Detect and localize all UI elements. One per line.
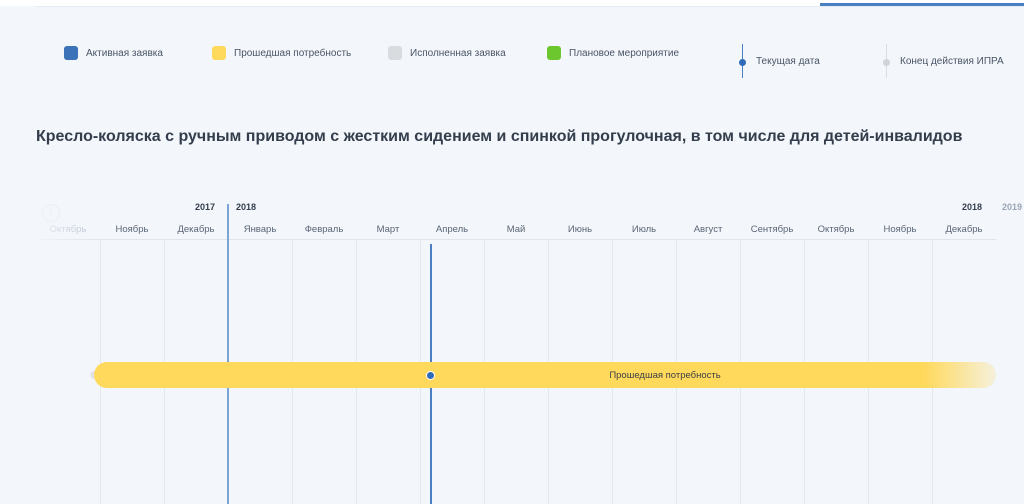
legend-fulfilled-request: Исполненная заявка	[388, 46, 506, 60]
legend-label: Прошедшая потребность	[234, 47, 352, 59]
legend-label: Активная заявка	[86, 47, 163, 59]
year-boundary-line	[227, 204, 229, 504]
month-label: Октябрь	[49, 224, 87, 235]
fulfilled-request-swatch	[388, 46, 402, 60]
legend: Активная заявка Прошедшая потребность Ис…	[0, 44, 1024, 78]
month-label: Декабрь	[177, 224, 215, 235]
month-label: Июль	[631, 224, 657, 235]
month-label: Март	[376, 224, 400, 235]
legend-active-request: Активная заявка	[64, 46, 163, 60]
year-label: 2018	[236, 202, 257, 212]
legend-current-date: Текущая дата	[738, 44, 820, 78]
active-request-swatch	[64, 46, 78, 60]
month-label: Февраль	[304, 224, 344, 235]
past-need-bar[interactable]: Прошедшая потребность	[94, 362, 996, 388]
month-label: Ноябрь	[883, 224, 917, 235]
page-title: Кресло-коляска с ручным приводом с жестк…	[36, 128, 963, 145]
year-label: 2018	[962, 202, 983, 212]
year-label: 2017	[195, 202, 216, 212]
month-label: Август	[693, 224, 723, 235]
month-row: Октябрь Ноябрь Декабрь Январь Февраль Ма…	[36, 220, 996, 240]
top-border	[36, 6, 1024, 7]
month-label: Январь	[243, 224, 277, 235]
legend-label: Конец действия ИПРА	[900, 55, 1004, 67]
legend-label: Плановое мероприятие	[569, 47, 680, 59]
current-date-marker-icon	[738, 44, 748, 78]
month-label: Декабрь	[945, 224, 983, 235]
month-label: Сентябрь	[750, 224, 794, 235]
year-label: 2019	[1002, 202, 1023, 212]
legend-ipra-end: Конец действия ИПРА	[882, 44, 1004, 78]
month-label: Май	[506, 224, 526, 235]
timeline[interactable]: i 2017 2018 2018 2019 Октябрь Ноябрь Дек…	[36, 196, 1022, 504]
current-date-dot	[426, 371, 435, 380]
legend-label: Текущая дата	[756, 55, 820, 67]
planned-event-swatch	[547, 46, 561, 60]
month-label: Июнь	[567, 224, 593, 235]
legend-label: Исполненная заявка	[410, 47, 506, 59]
bar-label: Прошедшая потребность	[609, 369, 721, 381]
legend-planned-event: Плановое мероприятие	[547, 46, 679, 60]
month-label: Ноябрь	[115, 224, 149, 235]
past-need-swatch	[212, 46, 226, 60]
month-label: Апрель	[435, 224, 469, 235]
year-row: 2017 2018 2018 2019	[36, 196, 1022, 212]
month-label: Октябрь	[817, 224, 855, 235]
legend-past-need: Прошедшая потребность	[212, 46, 351, 60]
ipra-end-marker-icon	[882, 44, 892, 78]
